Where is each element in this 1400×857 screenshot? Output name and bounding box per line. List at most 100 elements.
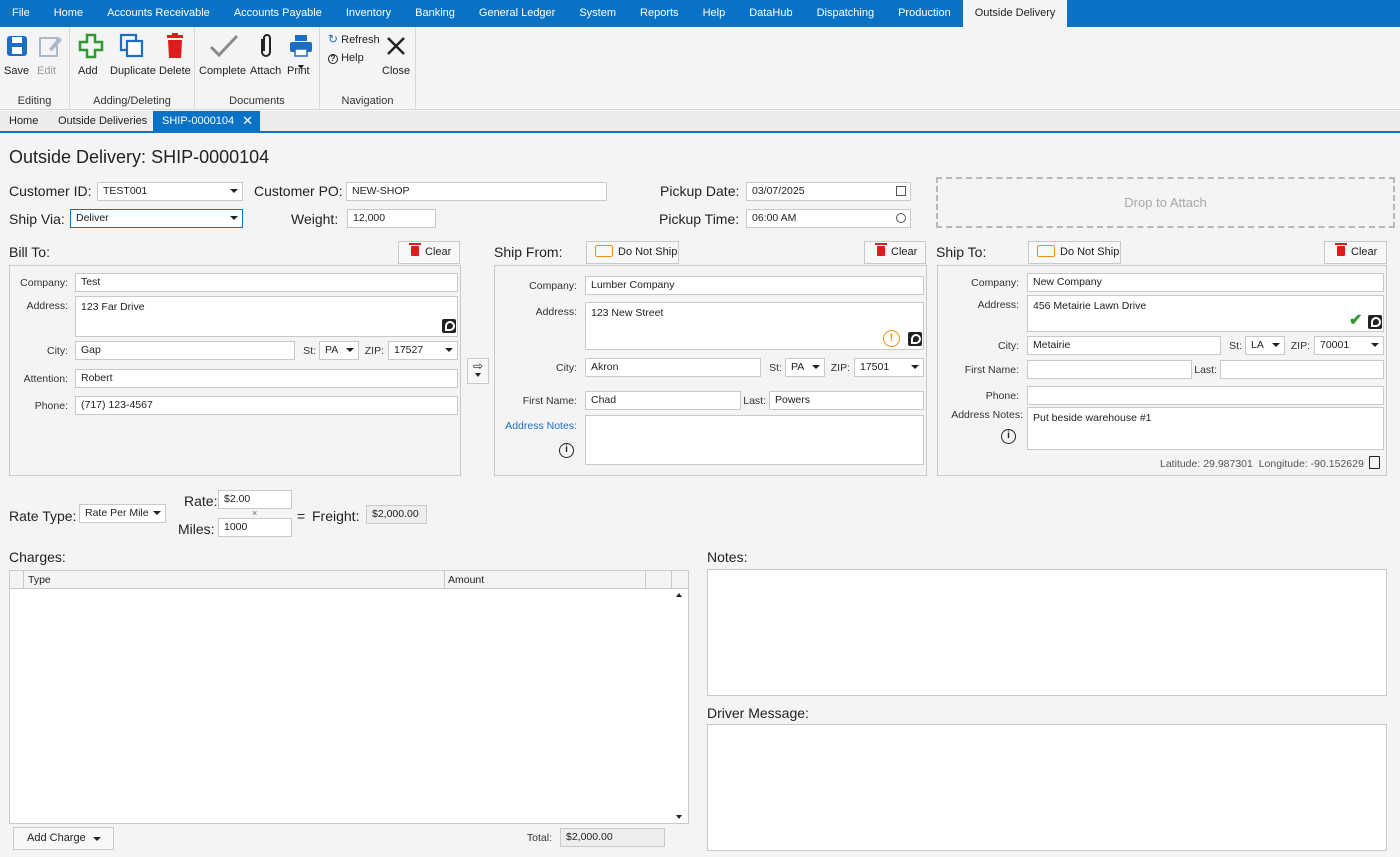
- map-pin-icon[interactable]: [908, 332, 922, 346]
- notes-textarea[interactable]: [707, 569, 1387, 696]
- ship-from-clear-button[interactable]: Clear: [864, 241, 926, 264]
- menu-general-ledger[interactable]: General Ledger: [467, 0, 567, 27]
- menu-file[interactable]: File: [0, 0, 42, 27]
- save-icon: [4, 33, 30, 59]
- delete-button[interactable]: Delete: [159, 31, 191, 77]
- column-header-type[interactable]: Type: [28, 574, 51, 586]
- rate-input[interactable]: $2.00: [218, 490, 292, 509]
- tab-close-icon[interactable]: ✕: [242, 111, 253, 131]
- ship-to-phone-input[interactable]: [1027, 386, 1384, 405]
- charges-grid: Type Amount: [9, 570, 689, 824]
- info-icon[interactable]: i: [1001, 429, 1016, 444]
- ship-from-company-input[interactable]: Lumber Company: [585, 276, 924, 295]
- bill-to-address-input[interactable]: 123 Far Drive: [75, 296, 458, 337]
- bill-to-state-select[interactable]: PA: [319, 341, 359, 360]
- ship-to-city-input[interactable]: Metairie: [1027, 336, 1221, 355]
- bill-to-attention-input[interactable]: Robert: [75, 369, 458, 388]
- ship-to-address-notes-input[interactable]: Put beside warehouse #1: [1027, 407, 1384, 450]
- ship-from-do-not-ship-button[interactable]: Do Not Ship: [586, 241, 679, 264]
- close-button[interactable]: Close: [382, 31, 410, 77]
- charges-scrollbar[interactable]: [672, 589, 688, 823]
- ship-from-city-input[interactable]: Akron: [585, 358, 761, 377]
- drop-to-attach-zone[interactable]: Drop to Attach: [936, 177, 1395, 228]
- ship-from-address-input[interactable]: 123 New Street: [585, 302, 924, 350]
- multiply-sign: ×: [252, 508, 258, 518]
- menu-accounts-receivable[interactable]: Accounts Receivable: [95, 0, 222, 27]
- customer-id-select[interactable]: TEST001: [97, 182, 243, 201]
- ship-to-first-name-input[interactable]: [1027, 360, 1192, 379]
- warning-icon[interactable]: !: [883, 330, 900, 347]
- ship-from-address-notes-input[interactable]: [585, 415, 924, 465]
- help-button[interactable]: ? Help: [328, 52, 364, 64]
- print-button[interactable]: Print: [287, 31, 315, 77]
- ship-from-address-notes-link[interactable]: Address Notes:: [499, 420, 577, 432]
- ship-to-last-name-input[interactable]: [1220, 360, 1384, 379]
- bill-to-phone-input[interactable]: (717) 123-4567: [75, 396, 458, 415]
- ship-to-state-select[interactable]: LA: [1245, 336, 1285, 355]
- duplicate-button[interactable]: Duplicate: [110, 31, 156, 77]
- customer-po-input[interactable]: NEW-SHOP: [346, 182, 607, 201]
- ship-from-company-label: Company:: [529, 280, 577, 292]
- menu-dispatching[interactable]: Dispatching: [805, 0, 886, 27]
- ship-to-clear-button[interactable]: Clear: [1324, 241, 1387, 264]
- info-icon[interactable]: i: [559, 443, 574, 458]
- pickup-time-input[interactable]: 06:00 AM: [746, 209, 911, 228]
- complete-button[interactable]: Complete: [199, 31, 246, 77]
- miles-input[interactable]: 1000: [218, 518, 292, 537]
- add-button[interactable]: Add: [78, 31, 104, 77]
- pickup-date-input[interactable]: 03/07/2025: [746, 182, 911, 201]
- ribbon-group-navigation: ↻ Refresh ? Help Close Navigation: [320, 27, 416, 110]
- column-header-amount[interactable]: Amount: [448, 574, 484, 586]
- ship-to-company-input[interactable]: New Company: [1027, 273, 1384, 292]
- weight-input[interactable]: 12,000: [347, 209, 436, 228]
- charges-grid-header: Type Amount: [10, 571, 688, 589]
- menu-inventory[interactable]: Inventory: [334, 0, 403, 27]
- ship-to-zip-label: ZIP:: [1290, 340, 1310, 352]
- menu-reports[interactable]: Reports: [628, 0, 691, 27]
- tab-ship-0000104[interactable]: SHIP-0000104 ✕: [153, 111, 260, 131]
- scroll-down-icon[interactable]: [676, 815, 682, 819]
- calendar-icon[interactable]: [896, 186, 906, 196]
- menu-banking[interactable]: Banking: [403, 0, 467, 27]
- driver-message-title: Driver Message:: [707, 705, 809, 721]
- menu-system[interactable]: System: [567, 0, 628, 27]
- charges-total-value: $2,000.00: [560, 828, 665, 847]
- ship-from-last-name-input[interactable]: Powers: [769, 391, 924, 410]
- scroll-up-icon[interactable]: [676, 593, 682, 597]
- menu-production[interactable]: Production: [886, 0, 963, 27]
- copy-icon[interactable]: [1369, 456, 1380, 469]
- rate-type-select[interactable]: Rate Per Mile: [79, 504, 166, 523]
- chevron-down-icon: [1272, 343, 1280, 347]
- map-pin-icon[interactable]: [442, 319, 456, 333]
- ship-from-first-name-input[interactable]: Chad: [585, 391, 741, 410]
- bill-to-city-input[interactable]: Gap: [75, 341, 295, 360]
- ship-via-select[interactable]: Deliver: [70, 209, 243, 228]
- menu-home[interactable]: Home: [42, 0, 95, 27]
- clock-icon[interactable]: [896, 213, 906, 223]
- ship-from-zip-select[interactable]: 17501: [854, 358, 924, 377]
- copy-address-button[interactable]: ⇨: [467, 358, 489, 384]
- attach-button[interactable]: Attach: [250, 31, 282, 77]
- save-button[interactable]: Save: [4, 31, 30, 77]
- ship-to-do-not-ship-button[interactable]: Do Not Ship: [1028, 241, 1121, 264]
- edit-button[interactable]: Edit: [37, 31, 63, 77]
- charges-total-label: Total:: [526, 832, 552, 844]
- chevron-down-icon: [153, 511, 161, 515]
- ship-to-address-input[interactable]: 456 Metairie Lawn Drive: [1027, 295, 1384, 332]
- refresh-button[interactable]: ↻ Refresh: [328, 32, 380, 46]
- ship-from-state-select[interactable]: PA: [785, 358, 825, 377]
- map-pin-icon[interactable]: [1368, 315, 1382, 329]
- menu-outside-delivery[interactable]: Outside Delivery: [962, 0, 1068, 27]
- tab-outside-deliveries[interactable]: Outside Deliveries: [49, 111, 156, 131]
- bill-to-company-input[interactable]: Test: [75, 273, 458, 292]
- menu-datahub[interactable]: DataHub: [737, 0, 804, 27]
- bill-to-clear-button[interactable]: Clear: [398, 241, 460, 264]
- driver-message-textarea[interactable]: [707, 724, 1387, 851]
- bill-to-zip-select[interactable]: 17527: [388, 341, 458, 360]
- tab-home[interactable]: Home: [0, 111, 47, 131]
- ship-to-zip-select[interactable]: 70001: [1314, 336, 1384, 355]
- column-divider: [444, 571, 445, 588]
- menu-accounts-payable[interactable]: Accounts Payable: [222, 0, 334, 27]
- menu-help[interactable]: Help: [691, 0, 738, 27]
- add-charge-button[interactable]: Add Charge: [13, 827, 114, 850]
